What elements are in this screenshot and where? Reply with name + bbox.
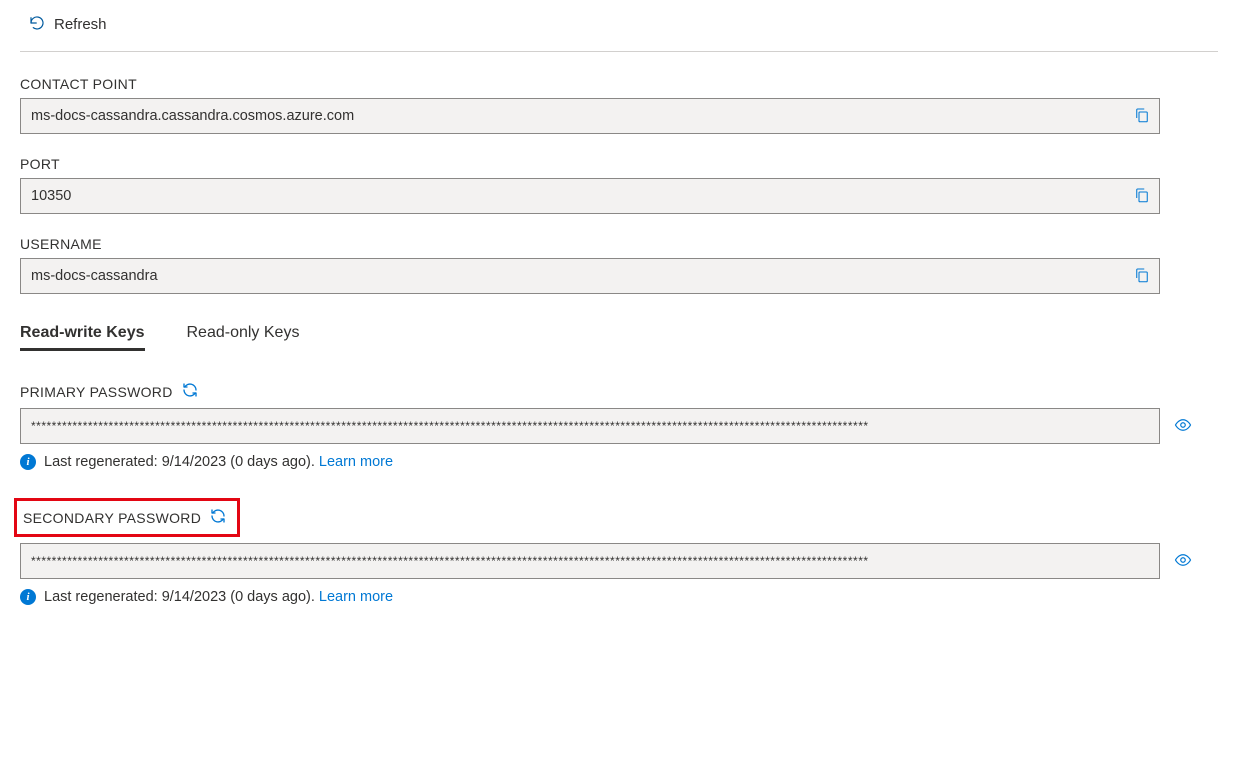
show-primary-password-button[interactable] bbox=[1172, 416, 1194, 437]
port-label: PORT bbox=[20, 156, 1218, 172]
secondary-regen-info: i Last regenerated: 9/14/2023 (0 days ag… bbox=[20, 589, 1218, 605]
toolbar: Refresh bbox=[20, 0, 1218, 52]
username-label: USERNAME bbox=[20, 236, 1218, 252]
info-icon: i bbox=[20, 454, 36, 470]
primary-password-row: ****************************************… bbox=[20, 408, 1218, 444]
copy-icon bbox=[1133, 186, 1151, 207]
username-field: USERNAME ms-docs-cassandra bbox=[20, 236, 1218, 294]
secondary-learn-more-link[interactable]: Learn more bbox=[319, 589, 393, 605]
port-field: PORT 10350 bbox=[20, 156, 1218, 214]
info-icon: i bbox=[20, 589, 36, 605]
copy-icon bbox=[1133, 106, 1151, 127]
primary-password-box: ****************************************… bbox=[20, 408, 1160, 444]
secondary-regen-text: Last regenerated: 9/14/2023 (0 days ago)… bbox=[44, 589, 393, 605]
secondary-password-box: ****************************************… bbox=[20, 543, 1160, 579]
username-box: ms-docs-cassandra bbox=[20, 258, 1160, 294]
copy-port-button[interactable] bbox=[1131, 185, 1153, 207]
username-value[interactable]: ms-docs-cassandra bbox=[31, 268, 1131, 284]
primary-regen-info: i Last regenerated: 9/14/2023 (0 days ag… bbox=[20, 454, 1218, 470]
copy-username-button[interactable] bbox=[1131, 265, 1153, 287]
refresh-icon bbox=[28, 14, 46, 35]
tab-read-only-keys[interactable]: Read-only Keys bbox=[187, 324, 300, 351]
primary-password-label-row: PRIMARY PASSWORD bbox=[20, 381, 1218, 402]
tab-read-write-keys[interactable]: Read-write Keys bbox=[20, 324, 145, 351]
primary-password-value[interactable]: ****************************************… bbox=[31, 419, 869, 433]
secondary-password-section: SECONDARY PASSWORD *********************… bbox=[20, 498, 1218, 605]
port-value[interactable]: 10350 bbox=[31, 188, 1131, 204]
contact-point-value[interactable]: ms-docs-cassandra.cassandra.cosmos.azure… bbox=[31, 108, 1131, 124]
primary-password-label: PRIMARY PASSWORD bbox=[20, 384, 173, 400]
port-box: 10350 bbox=[20, 178, 1160, 214]
secondary-password-value[interactable]: ****************************************… bbox=[31, 554, 869, 568]
primary-learn-more-link[interactable]: Learn more bbox=[319, 454, 393, 470]
contact-point-label: CONTACT POINT bbox=[20, 76, 1218, 92]
primary-password-section: PRIMARY PASSWORD ***********************… bbox=[20, 381, 1218, 470]
secondary-password-row: ****************************************… bbox=[20, 543, 1218, 579]
refresh-button[interactable]: Refresh bbox=[20, 10, 115, 39]
show-secondary-password-button[interactable] bbox=[1172, 551, 1194, 572]
refresh-label: Refresh bbox=[54, 16, 107, 33]
keys-tabs: Read-write Keys Read-only Keys bbox=[20, 324, 1218, 351]
copy-icon bbox=[1133, 266, 1151, 287]
contact-point-box: ms-docs-cassandra.cassandra.cosmos.azure… bbox=[20, 98, 1160, 134]
copy-contact-point-button[interactable] bbox=[1131, 105, 1153, 127]
secondary-password-highlight: SECONDARY PASSWORD bbox=[14, 498, 240, 537]
secondary-password-label: SECONDARY PASSWORD bbox=[23, 510, 201, 526]
regenerate-primary-button[interactable] bbox=[181, 381, 199, 402]
primary-regen-text: Last regenerated: 9/14/2023 (0 days ago)… bbox=[44, 454, 393, 470]
regenerate-secondary-button[interactable] bbox=[209, 507, 227, 528]
contact-point-field: CONTACT POINT ms-docs-cassandra.cassandr… bbox=[20, 76, 1218, 134]
